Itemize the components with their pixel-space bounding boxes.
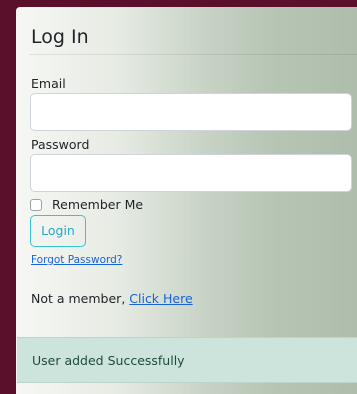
remember-me-row[interactable]: Remember Me bbox=[30, 197, 143, 213]
password-field[interactable] bbox=[30, 154, 352, 192]
title-divider bbox=[29, 54, 357, 55]
login-button[interactable]: Login bbox=[30, 215, 86, 247]
signup-prompt-text: Not a member, bbox=[31, 291, 130, 306]
success-alert: User added Successfully bbox=[17, 337, 357, 383]
remember-me-label: Remember Me bbox=[52, 197, 144, 212]
email-label: Email bbox=[31, 76, 66, 91]
signup-link[interactable]: Click Here bbox=[129, 291, 192, 306]
forgot-password-link[interactable]: Forgot Password? bbox=[31, 253, 122, 267]
remember-me-checkbox[interactable] bbox=[30, 199, 42, 211]
alert-message: User added Successfully bbox=[32, 353, 185, 368]
page-title: Log In bbox=[31, 26, 89, 48]
signup-prompt: Not a member, Click Here bbox=[31, 291, 193, 307]
page: { "login_form": { "title": "Log In", "em… bbox=[0, 0, 357, 394]
password-label: Password bbox=[31, 137, 90, 152]
login-card: Log In Email Password Remember Me Login … bbox=[16, 7, 357, 394]
email-field[interactable] bbox=[30, 93, 352, 131]
